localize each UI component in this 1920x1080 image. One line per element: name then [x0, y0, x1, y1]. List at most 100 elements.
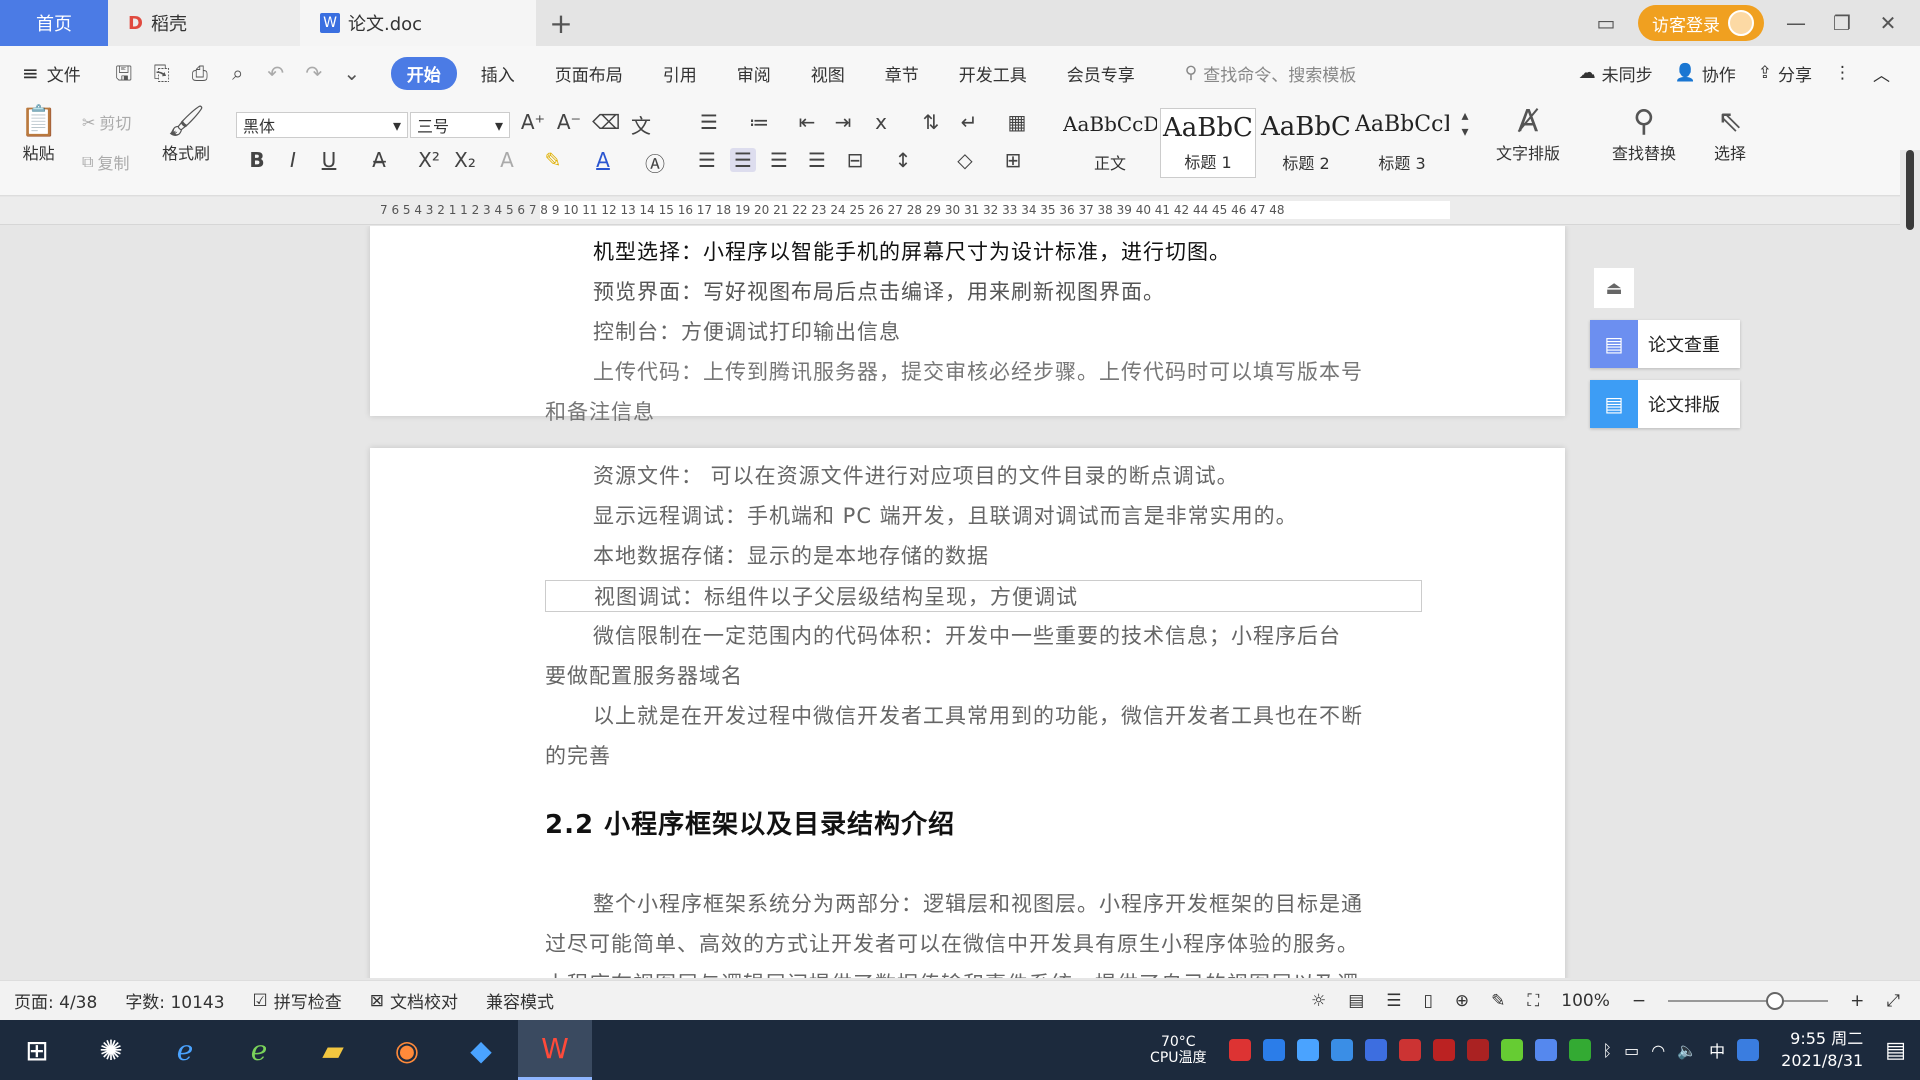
edit-icon[interactable]: ✎ [1491, 991, 1505, 1011]
sort-icon[interactable]: ⇅ [918, 110, 944, 134]
tab-insert[interactable]: 插入 [465, 57, 531, 90]
command-search[interactable]: ⚲ 查找命令、搜索模板 [1185, 61, 1356, 86]
page[interactable]: 机型选择：小程序以智能手机的屏幕尺寸为设计标准，进行切图。 预览界面：写好视图布… [370, 226, 1565, 424]
tab-page-layout[interactable]: 页面布局 [539, 57, 639, 90]
select-button[interactable]: ⇖ 选择 [1714, 104, 1746, 164]
sync-button[interactable]: ☁ 未同步 [1579, 61, 1653, 86]
text-effect-icon[interactable]: A [494, 148, 520, 172]
subscript-icon[interactable]: X₂ [452, 148, 478, 172]
ime-indicator[interactable]: 中 [1709, 1038, 1725, 1062]
redo-icon[interactable]: ↷ [303, 62, 325, 84]
qq-icon[interactable] [1466, 1039, 1489, 1061]
style-heading-2[interactable]: AaBbC 标题 2 [1258, 108, 1354, 178]
zoom-out-icon[interactable]: − [1632, 991, 1646, 1011]
output-pdf-icon[interactable]: ⎘ [151, 62, 173, 84]
tab-view[interactable]: 视图 [795, 57, 861, 90]
text-layout-button[interactable]: Ⱥ 文字排版 [1496, 104, 1560, 164]
battery-icon[interactable]: ▭ [1624, 1041, 1639, 1060]
app-fan-icon[interactable]: ✺ [74, 1020, 148, 1080]
tray-app-icon[interactable] [1398, 1039, 1421, 1061]
tab-start[interactable]: 开始 [390, 56, 457, 90]
tab-developer[interactable]: 开发工具 [943, 57, 1043, 90]
restore-icon[interactable]: ❐ [1828, 11, 1856, 35]
tray-app-icon[interactable] [1534, 1039, 1557, 1061]
distribute-icon[interactable]: ⊟ [842, 148, 868, 172]
share-button[interactable]: ⇪ 分享 [1758, 61, 1812, 86]
zoom-level[interactable]: 100% [1561, 991, 1610, 1011]
shrink-font-icon[interactable]: A⁻ [556, 110, 582, 134]
underline-icon[interactable]: U [316, 148, 342, 172]
tray-app-icon[interactable] [1737, 1039, 1760, 1061]
page-indicator[interactable]: 页面: 4/38 [14, 988, 97, 1013]
ie-browser-icon[interactable]: ℯ [148, 1020, 222, 1080]
wifi-icon[interactable]: ◠ [1651, 1041, 1665, 1060]
tray-app-icon[interactable] [1330, 1039, 1353, 1061]
vertical-scrollbar[interactable] [1900, 150, 1920, 978]
print-preview-icon[interactable]: ⌕ [227, 62, 249, 84]
paper-layout-button[interactable]: ▤ 论文排版 [1590, 380, 1740, 428]
wps-writer-icon[interactable]: W [518, 1020, 592, 1080]
shading-icon[interactable]: ◇ [952, 148, 978, 172]
borders-icon[interactable]: ⊞ [1000, 148, 1026, 172]
close-window-icon[interactable]: ✕ [1874, 11, 1902, 35]
style-heading-1[interactable]: AaBbC 标题 1 [1160, 108, 1256, 178]
char-border-icon[interactable]: Ⓐ [642, 148, 668, 177]
tray-app-icon[interactable] [1262, 1039, 1285, 1061]
bluetooth-icon[interactable]: ᛒ [1603, 1041, 1613, 1060]
highlight-icon[interactable]: ✎ [540, 148, 566, 172]
clear-format-icon[interactable]: ⌫ [592, 110, 620, 134]
start-windows-icon[interactable]: ⊞ [0, 1020, 74, 1080]
fit-page-icon[interactable]: ⛶ [1527, 991, 1539, 1011]
save-icon[interactable]: 🖫 [113, 62, 135, 84]
eye-protect-icon[interactable]: ☼ [1311, 991, 1326, 1011]
zoom-in-icon[interactable]: + [1850, 991, 1864, 1011]
style-heading-3[interactable]: AaBbCcI 标题 3 [1354, 108, 1450, 178]
justify-icon[interactable]: ☰ [804, 148, 830, 172]
outline-view-icon[interactable]: ☰ [1386, 991, 1401, 1011]
style-scroll-icon[interactable]: ▴ ▾ [1452, 108, 1478, 140]
minimize-icon[interactable]: — [1782, 11, 1810, 35]
scrollbar-thumb[interactable] [1906, 150, 1914, 230]
undo-icon[interactable]: ↶ [265, 62, 287, 84]
tray-app-icon[interactable] [1228, 1039, 1251, 1061]
cut-button[interactable]: ✂ 剪切 [82, 110, 131, 134]
feishu-icon[interactable]: ◆ [444, 1020, 518, 1080]
nvidia-icon[interactable] [1568, 1039, 1591, 1061]
tab-chapter[interactable]: 章节 [869, 57, 935, 90]
tab-review[interactable]: 审阅 [721, 57, 787, 90]
collapse-panel-icon[interactable]: ⏏ [1594, 268, 1634, 308]
paste-button[interactable]: 📋 粘贴 [20, 104, 57, 164]
tray-app-icon[interactable] [1296, 1039, 1319, 1061]
chinese-layout-icon[interactable]: ⅹ [868, 110, 894, 134]
new-tab-button[interactable]: + [536, 0, 586, 46]
shield-icon[interactable] [1364, 1039, 1387, 1061]
strikethrough-icon[interactable]: A̶ [366, 148, 392, 172]
zoom-slider[interactable] [1668, 991, 1829, 1010]
decrease-indent-icon[interactable]: ⇤ [794, 110, 820, 134]
tab-home[interactable]: 首页 [0, 0, 108, 46]
line-spacing-icon[interactable]: ↕ [890, 148, 916, 172]
bullet-list-icon[interactable]: ☰ [696, 110, 722, 134]
zoom-slider-knob[interactable] [1766, 991, 1785, 1010]
align-left-icon[interactable]: ☰ [694, 148, 720, 172]
volume-icon[interactable]: 🔈 [1677, 1041, 1697, 1060]
page-view-icon[interactable]: ▤ [1348, 991, 1364, 1011]
increase-indent-icon[interactable]: ⇥ [830, 110, 856, 134]
tab-references[interactable]: 引用 [647, 57, 713, 90]
font-family-select[interactable]: 黑体 ▾ [236, 112, 408, 138]
collaborate-button[interactable]: 👤 协作 [1675, 61, 1736, 86]
grow-font-icon[interactable]: A⁺ [520, 110, 546, 134]
notification-icon[interactable]: ▤ [1885, 1038, 1906, 1063]
customize-chevron-icon[interactable]: ⌄ [341, 62, 363, 84]
align-right-icon[interactable]: ☰ [766, 148, 792, 172]
font-color-icon[interactable]: A [590, 148, 616, 172]
guest-login-button[interactable]: 访客登录 [1638, 5, 1764, 41]
show-marks-icon[interactable]: ↵ [956, 110, 982, 134]
style-normal[interactable]: AaBbCcDd 正文 [1062, 108, 1158, 178]
tray-app-icon[interactable] [1500, 1039, 1523, 1061]
align-center-icon[interactable]: ☰ [730, 148, 756, 172]
table-grid-icon[interactable]: ▦ [1004, 110, 1030, 134]
tray-app-icon[interactable] [1432, 1039, 1455, 1061]
numbered-list-icon[interactable]: ≔ [746, 110, 772, 134]
web-view-icon[interactable]: ⊕ [1455, 991, 1469, 1011]
